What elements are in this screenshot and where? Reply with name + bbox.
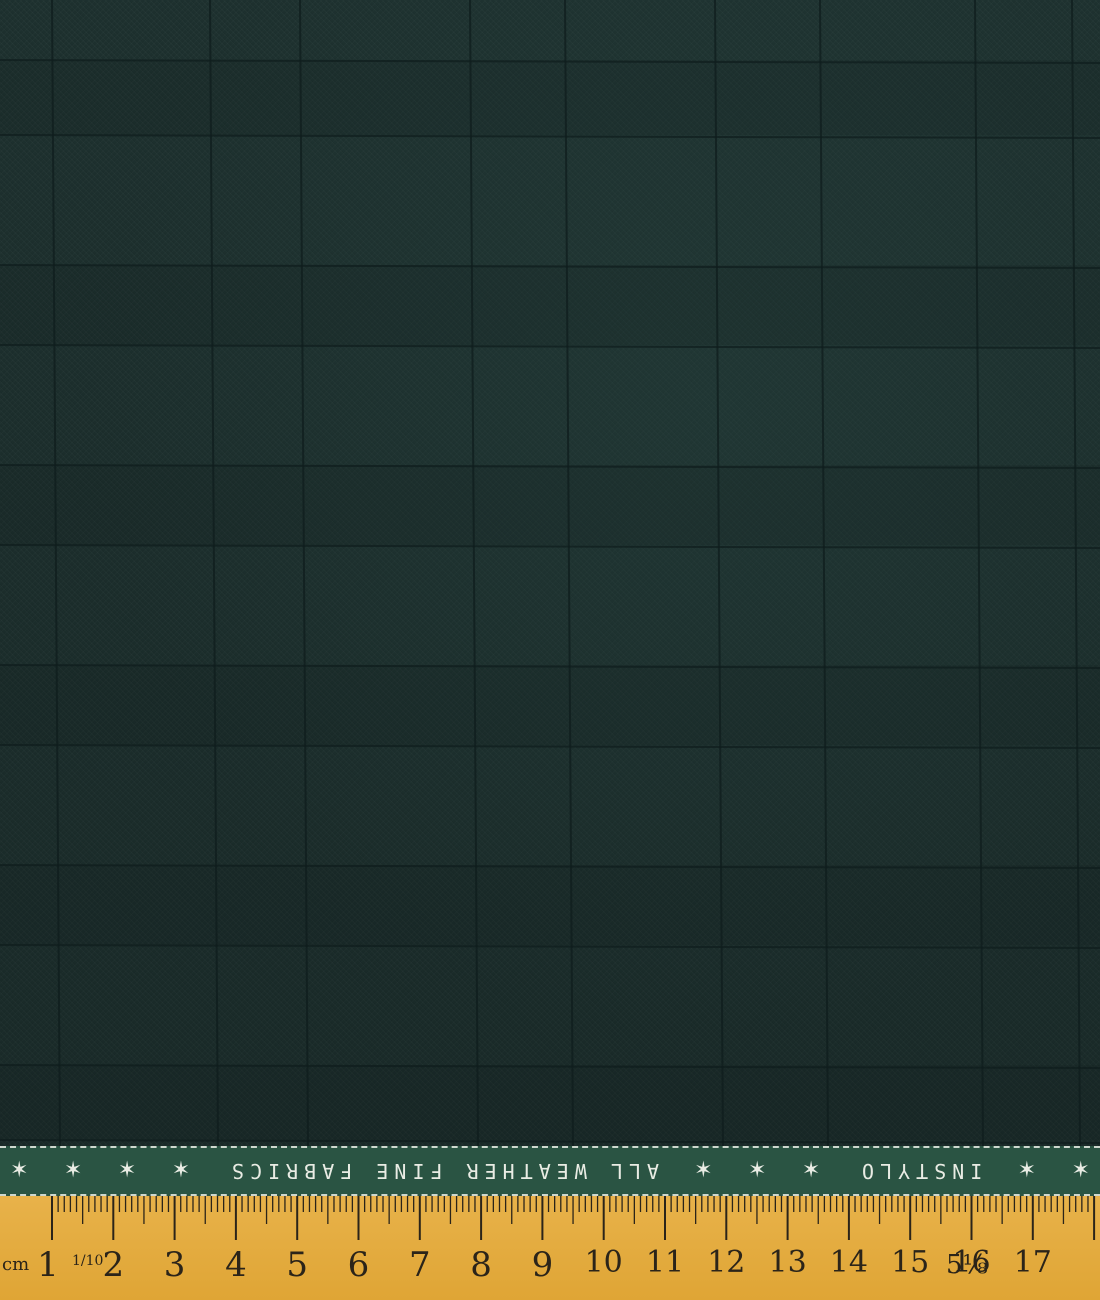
- star-icon: ✶: [63, 1158, 83, 1183]
- ruler-number: 14: [829, 1245, 868, 1280]
- ruler-number: 4: [225, 1245, 247, 1285]
- checked-fabric: [0, 0, 1100, 1146]
- check-line-horizontal: [0, 134, 1100, 139]
- check-line-vertical: [819, 0, 829, 1146]
- ruler-number: 8: [470, 1245, 492, 1285]
- star-icon: ✶: [1017, 1158, 1036, 1183]
- check-line-vertical: [299, 0, 309, 1146]
- ruler-number: 1: [37, 1245, 59, 1285]
- check-line-horizontal: [0, 344, 1100, 349]
- check-line-vertical: [1071, 0, 1081, 1146]
- ruler-number: 6: [347, 1245, 370, 1285]
- check-band: [0, 865, 1100, 945]
- fabric-swatch-photo: ✶ ✶ ✶ ✶ ALL WEATHER FINE FABRICS ✶ ✶ ✶ I…: [0, 0, 1100, 1300]
- ruler-number: 15: [891, 1245, 930, 1280]
- ruler-fraction-marker: 5⅛: [946, 1250, 988, 1280]
- selvedge-band: ✶ ✶ ✶ ✶ ALL WEATHER FINE FABRICS ✶ ✶ ✶ I…: [0, 1146, 1100, 1196]
- check-line-horizontal: [0, 1139, 1100, 1144]
- ruler-number: 11: [645, 1245, 685, 1280]
- check-lines: [0, 0, 1100, 1146]
- check-line-vertical: [469, 0, 479, 1146]
- star-icon: ✶: [1071, 1158, 1090, 1183]
- check-band: [0, 665, 1100, 745]
- ruler-number: 12: [707, 1245, 746, 1280]
- check-line-horizontal: [0, 944, 1100, 949]
- ruler-number: 2: [102, 1245, 125, 1285]
- ruler-number: 13: [768, 1245, 807, 1280]
- check-line-horizontal: [0, 744, 1100, 749]
- measuring-tape: cm 1/10 1 2 3 4 5 6 7 8 9 10 11 12 13 14 15 16 17 5⅛: [0, 1196, 1100, 1300]
- ruler-number: 9: [531, 1245, 554, 1285]
- star-icon: ✶: [747, 1158, 767, 1183]
- check-line-vertical: [974, 0, 984, 1146]
- star-icon: ✶: [10, 1158, 29, 1183]
- star-icon: ✶: [171, 1158, 191, 1183]
- ruler-number: 17: [1013, 1245, 1052, 1280]
- ruler-fraction-label: 1/10: [72, 1253, 104, 1269]
- star-icon: ✶: [694, 1158, 713, 1183]
- check-line-vertical: [564, 0, 574, 1146]
- selvedge-text: ALL WEATHER FINE FABRICS: [225, 1159, 659, 1183]
- ruler-number: 3: [163, 1245, 186, 1285]
- selvedge-brand: INSTYLO: [855, 1159, 983, 1183]
- check-band: [0, 1065, 1100, 1140]
- check-line-horizontal: [0, 544, 1100, 549]
- check-line-vertical: [209, 0, 219, 1146]
- ruler-number: 7: [408, 1245, 431, 1285]
- check-band: [0, 60, 1100, 135]
- ruler-number: 10: [584, 1245, 623, 1280]
- check-band: [0, 265, 1100, 345]
- check-line-vertical: [714, 0, 724, 1146]
- ruler-number: 5: [286, 1245, 309, 1285]
- check-band: [0, 465, 1100, 545]
- star-icon: ✶: [801, 1158, 821, 1183]
- star-icon: ✶: [117, 1158, 137, 1183]
- check-line-vertical: [51, 0, 61, 1146]
- ruler-unit-label: cm: [2, 1254, 30, 1275]
